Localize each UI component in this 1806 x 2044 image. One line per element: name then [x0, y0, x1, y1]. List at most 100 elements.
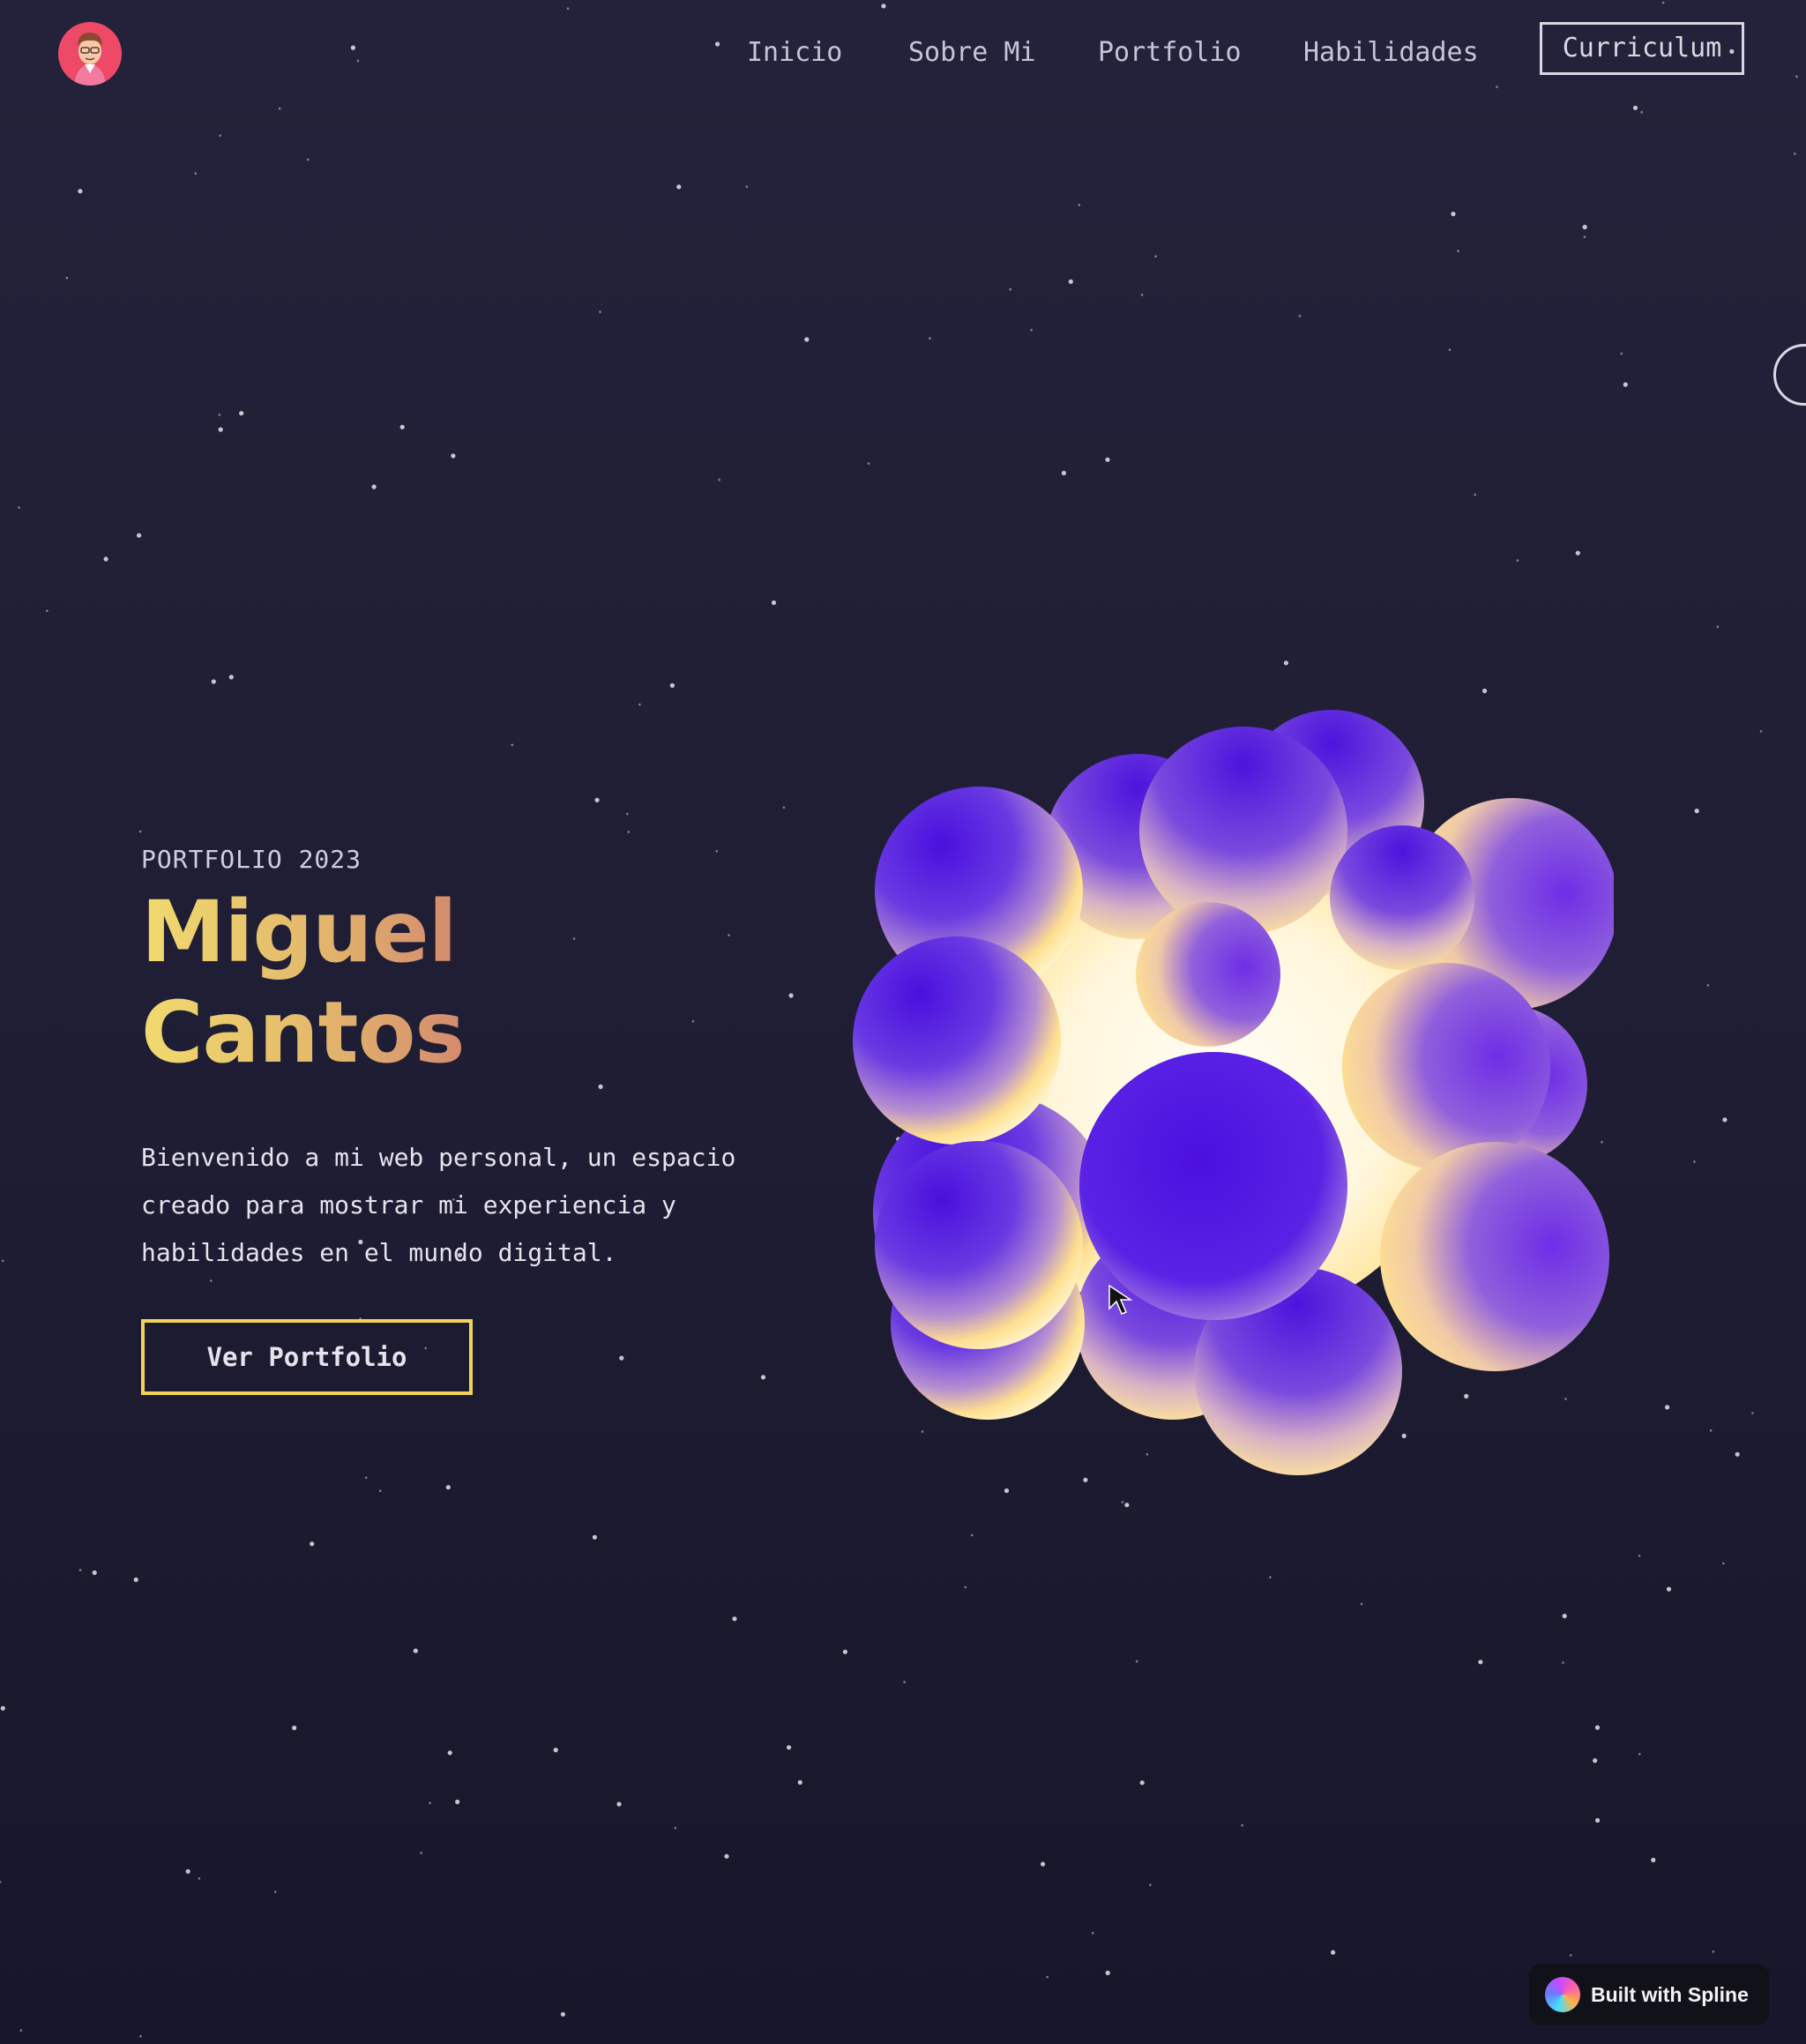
star-dot — [1716, 625, 1720, 629]
star-dot — [1575, 550, 1580, 556]
star-dot — [138, 830, 142, 833]
star-dot — [1735, 1451, 1740, 1457]
nav-link-portfolio[interactable]: Portfolio — [1098, 35, 1242, 71]
star-dot — [842, 1649, 848, 1654]
star-dot — [1, 1259, 4, 1263]
built-with-spline-badge[interactable]: Built with Spline — [1529, 1964, 1769, 2025]
star-dot — [1623, 382, 1628, 387]
star-dot — [1331, 1950, 1336, 1955]
star-dot — [787, 1745, 792, 1750]
star-dot — [455, 1799, 460, 1804]
star-dot — [78, 1569, 82, 1571]
star-dot — [1448, 348, 1452, 352]
star-dot — [451, 453, 456, 459]
star-dot — [1665, 1405, 1670, 1410]
star-dot — [1241, 1824, 1243, 1827]
star-dot — [724, 1854, 729, 1859]
star-dot — [420, 1852, 423, 1854]
star-dot — [1632, 105, 1638, 110]
star-dot — [210, 1279, 213, 1282]
spline-logo-icon — [1545, 1977, 1580, 2012]
star-dot — [65, 276, 69, 280]
ver-portfolio-button[interactable]: Ver Portfolio — [141, 1319, 473, 1395]
star-dot — [211, 679, 216, 684]
star-dot — [1135, 1660, 1138, 1663]
star-dot — [553, 1748, 558, 1753]
star-dot — [619, 1355, 624, 1361]
star-dot — [797, 1779, 802, 1785]
star-dot — [18, 506, 20, 509]
nav-link-inicio[interactable]: Inicio — [747, 35, 842, 71]
star-dot — [560, 2011, 566, 2017]
star-dot — [1068, 279, 1073, 284]
nav-link-sobre-mi[interactable]: Sobre Mi — [908, 35, 1036, 71]
star-dot — [1091, 1931, 1094, 1935]
star-dot — [218, 427, 223, 432]
star-dot — [399, 424, 405, 429]
spline-badge-label: Built with Spline — [1591, 1983, 1749, 2006]
star-dot — [971, 1533, 974, 1537]
star-dot — [1457, 250, 1459, 253]
cursor-ring-icon — [1773, 344, 1806, 406]
star-dot — [1105, 1970, 1110, 1975]
star-dot — [867, 462, 870, 465]
star-dot — [1709, 1429, 1713, 1432]
star-dot — [1562, 1614, 1567, 1619]
star-dot — [198, 1877, 201, 1880]
star-dot — [310, 1541, 315, 1547]
star-dot — [1121, 1501, 1124, 1503]
star-dot — [964, 1585, 967, 1589]
star-dot — [771, 600, 777, 606]
star-dot — [1693, 1160, 1696, 1163]
star-dot — [715, 850, 719, 853]
star-dot — [566, 7, 570, 10]
star-dot — [782, 806, 786, 809]
star-dot — [881, 4, 886, 9]
star-dot — [1283, 660, 1288, 666]
star-dot — [1140, 294, 1144, 296]
star-dot — [1105, 457, 1110, 462]
star-dot — [1722, 1117, 1728, 1123]
star-dot — [1722, 1562, 1725, 1565]
star-dot — [273, 1891, 277, 1893]
star-dot — [92, 1570, 97, 1576]
star-dot — [1149, 1884, 1152, 1886]
star-dot — [1751, 1412, 1754, 1414]
star-dot — [1651, 1857, 1656, 1862]
star-dot — [378, 1489, 382, 1492]
star-dot — [1046, 1975, 1049, 1979]
curriculum-button[interactable]: Curriculum — [1540, 22, 1744, 75]
star-dot — [278, 107, 281, 110]
star-dot — [1009, 287, 1011, 291]
star-dot — [1360, 1602, 1363, 1606]
star-dot — [728, 934, 730, 936]
sphere-cluster-illustration[interactable] — [838, 705, 1614, 1499]
star-dot — [46, 609, 49, 612]
star-dot — [1583, 235, 1586, 239]
star-dot — [1712, 1950, 1715, 1953]
star-dot — [511, 743, 514, 747]
star-dot — [0, 1881, 2, 1884]
star-dot — [1661, 1, 1665, 4]
star-dot — [592, 1534, 598, 1540]
star-dot — [1482, 688, 1488, 694]
star-dot — [732, 1616, 737, 1622]
star-dot — [1759, 730, 1763, 733]
star-dot — [137, 533, 142, 538]
star-dot — [413, 1648, 418, 1653]
star-dot — [1594, 1725, 1601, 1730]
nav-link-habilidades[interactable]: Habilidades — [1303, 35, 1479, 71]
star-dot — [0, 1705, 5, 1711]
star-dot — [1269, 1576, 1272, 1578]
star-dot — [1562, 1661, 1564, 1664]
star-dot — [306, 158, 310, 161]
star-dot — [674, 1826, 677, 1830]
star-dot — [1638, 1752, 1641, 1756]
star-dot — [616, 1802, 622, 1807]
hero-intro-line: habilidades en el mundo digital. — [141, 1238, 617, 1267]
star-dot — [364, 1476, 368, 1480]
star-dot — [103, 556, 108, 562]
star-dot — [1595, 1817, 1601, 1823]
star-dot — [447, 1750, 452, 1756]
star-dot — [903, 1681, 906, 1683]
